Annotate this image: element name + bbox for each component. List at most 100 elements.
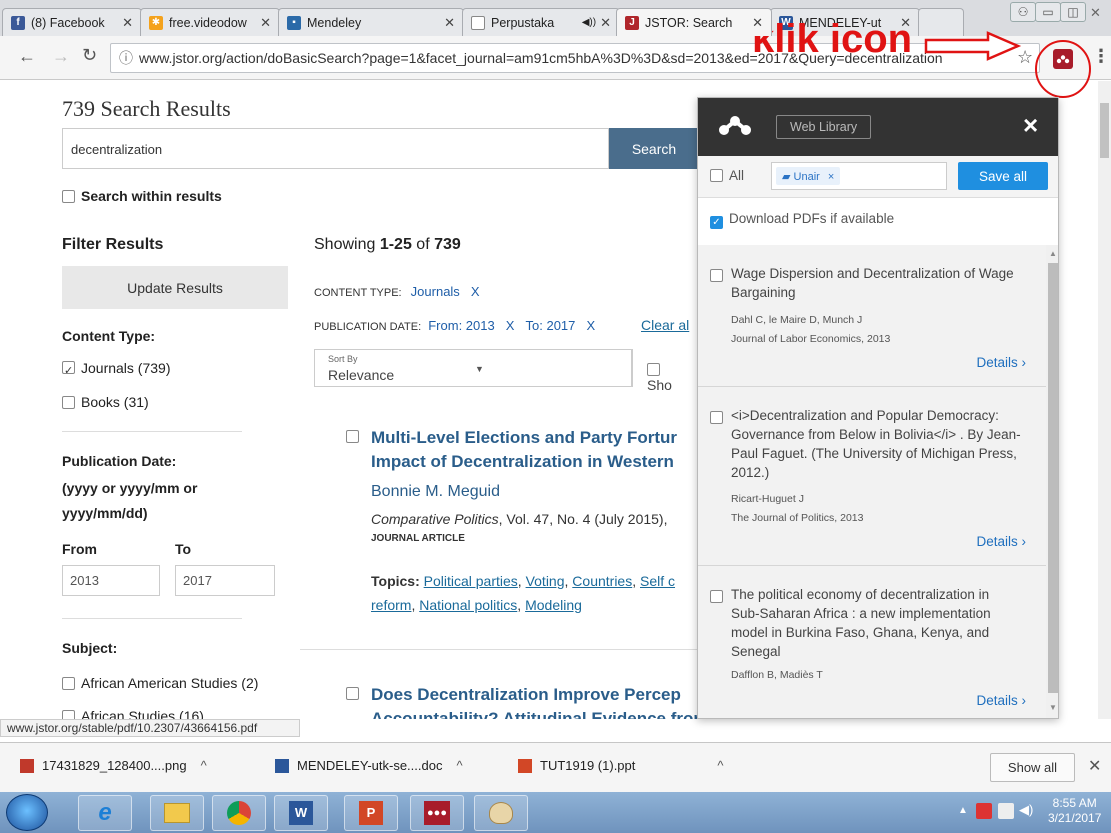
checkbox-icon: [62, 396, 75, 409]
topic-link[interactable]: Countries: [572, 573, 632, 589]
clear-all-link[interactable]: Clear al: [641, 317, 689, 333]
details-link[interactable]: Details ›: [976, 534, 1026, 549]
search-input[interactable]: decentralization: [62, 128, 609, 169]
publication-date-filter-chip: PUBLICATION DATE: From: 2013 X To: 2017 …: [314, 318, 596, 333]
checkbox-icon: [62, 190, 75, 203]
filter-books-checkbox[interactable]: Books (31): [62, 394, 149, 410]
download-pdfs-checkbox[interactable]: ✓ Download PDFs if available: [710, 211, 894, 229]
sort-dropdown[interactable]: Sort By Relevance ▼: [314, 349, 632, 387]
item-checkbox[interactable]: [710, 588, 729, 606]
topic-link[interactable]: Self c: [640, 573, 675, 589]
item-title: The political economy of decentralizatio…: [731, 587, 991, 659]
download-item[interactable]: 17431829_128400....png ^: [20, 758, 207, 773]
details-link[interactable]: Details ›: [976, 693, 1026, 708]
filter-journals-checkbox[interactable]: Journals (739): [62, 360, 171, 376]
to-date-input[interactable]: 2017: [175, 565, 275, 596]
scroll-up-icon[interactable]: ▲: [1049, 249, 1057, 258]
checkbox-icon: [647, 363, 660, 376]
close-tab-icon[interactable]: ✕: [752, 15, 763, 31]
mendeley-results-list: Wage Dispersion and Decentralization of …: [698, 245, 1046, 718]
chevron-up-icon[interactable]: ^: [201, 758, 207, 773]
item-checkbox[interactable]: [710, 267, 729, 285]
download-item[interactable]: TUT1919 (1).ppt ^: [518, 758, 723, 773]
system-clock[interactable]: 8:55 AM 3/21/2017: [1048, 796, 1101, 826]
checkbox-icon: [62, 677, 75, 690]
close-icon[interactable]: ×: [1023, 111, 1038, 139]
from-label: From: [62, 541, 97, 557]
divider: [300, 649, 700, 650]
chevron-up-icon[interactable]: ^: [456, 758, 462, 773]
item-source: Journal of Labor Economics, 2013: [731, 333, 891, 345]
select-all-checkbox[interactable]: All: [710, 168, 744, 183]
topic-link[interactable]: reform: [371, 597, 411, 613]
search-within-checkbox[interactable]: Search within results: [62, 188, 222, 204]
result-select-checkbox[interactable]: [346, 685, 365, 703]
item-authors: Ricart-Huguet J: [731, 493, 804, 505]
start-orb-icon[interactable]: [6, 794, 48, 831]
from-date-input[interactable]: 2013: [62, 565, 160, 596]
download-item[interactable]: MENDELEY-utk-se....doc ^: [275, 758, 463, 773]
scroll-down-icon[interactable]: ▼: [1049, 703, 1057, 712]
chevron-right-icon: ›: [1021, 693, 1027, 708]
list-item: <i>Decentralization and Popular Democrac…: [698, 387, 1046, 566]
topic-link[interactable]: National politics: [419, 597, 517, 613]
file-explorer-icon[interactable]: [150, 795, 204, 831]
result-author[interactable]: Bonnie M. Meguid: [371, 483, 500, 501]
network-icon[interactable]: [998, 803, 1014, 819]
remove-filter-icon[interactable]: X: [506, 318, 515, 333]
item-authors: Dahl C, le Maire D, Munch J: [731, 314, 863, 326]
details-link[interactable]: Details ›: [976, 355, 1026, 370]
subject-african-american-checkbox[interactable]: African American Studies (2): [62, 675, 258, 691]
volume-icon[interactable]: ◀): [1019, 802, 1033, 818]
page-scrollbar-track[interactable]: [1098, 81, 1111, 719]
remove-filter-icon[interactable]: X: [471, 284, 480, 299]
result-topics-line2: reform, National politics, Modeling: [371, 597, 582, 613]
tray-app-icon[interactable]: [976, 803, 992, 819]
web-library-button[interactable]: Web Library: [776, 115, 872, 139]
show-checkbox[interactable]: Sho: [632, 349, 698, 393]
mendeley-logo-icon: [719, 116, 751, 135]
chevron-right-icon: ›: [1021, 355, 1027, 370]
subject-african-studies-checkbox[interactable]: African Studies (16): [62, 708, 204, 719]
filter-heading: Filter Results: [62, 236, 164, 253]
panel-scrollbar[interactable]: ▲ ▼: [1046, 245, 1058, 718]
folder-icon: ▰: [782, 171, 794, 183]
tab-jstor-search[interactable]: J JSTOR: Search ✕: [616, 8, 772, 36]
item-authors: Dafflon B, Madiès T: [731, 669, 823, 681]
remove-tag-icon[interactable]: ×: [828, 171, 834, 183]
results-heading: 739 Search Results: [62, 96, 231, 121]
paint-icon[interactable]: [474, 795, 528, 831]
list-item: Wage Dispersion and Decentralization of …: [698, 245, 1046, 387]
show-all-downloads-button[interactable]: Show all: [990, 753, 1075, 782]
update-results-button[interactable]: Update Results: [62, 266, 288, 309]
annotation-text: klik icon: [752, 17, 913, 61]
showing-count: Showing 1-25 of 739: [314, 236, 461, 253]
powerpoint-icon[interactable]: P: [344, 795, 398, 831]
jstor-icon: J: [625, 15, 639, 30]
content-type-label: Content Type:: [62, 328, 156, 344]
scrollbar-thumb[interactable]: [1100, 103, 1109, 158]
word-icon[interactable]: W: [274, 795, 328, 831]
mendeley-icon[interactable]: ●●●: [410, 795, 464, 831]
divider: [62, 431, 242, 432]
close-downloads-icon[interactable]: ✕: [1088, 756, 1101, 776]
sort-label: Sort By: [328, 354, 358, 364]
group-select-input[interactable]: ▰ Unair ×: [771, 162, 947, 190]
internet-explorer-icon[interactable]: e: [78, 795, 132, 831]
remove-filter-icon[interactable]: X: [586, 318, 595, 333]
publication-date-label: Publication Date:: [62, 453, 177, 469]
search-button[interactable]: Search: [609, 128, 699, 169]
topic-link[interactable]: Political parties: [424, 573, 518, 589]
topic-link[interactable]: Voting: [526, 573, 565, 589]
result-select-checkbox[interactable]: [346, 428, 365, 446]
chrome-icon[interactable]: [212, 795, 266, 831]
checkbox-icon: [62, 710, 75, 719]
result-title-link[interactable]: Multi-Level Elections and Party Fortur I…: [371, 426, 701, 474]
item-checkbox[interactable]: [710, 409, 729, 427]
topic-link[interactable]: Modeling: [525, 597, 582, 613]
chevron-up-icon[interactable]: ^: [717, 758, 723, 773]
ppt-file-icon: [518, 758, 532, 773]
tray-expand-icon[interactable]: ▲: [958, 805, 968, 816]
save-all-button[interactable]: Save all: [958, 162, 1048, 190]
scrollbar-thumb[interactable]: [1048, 263, 1058, 693]
